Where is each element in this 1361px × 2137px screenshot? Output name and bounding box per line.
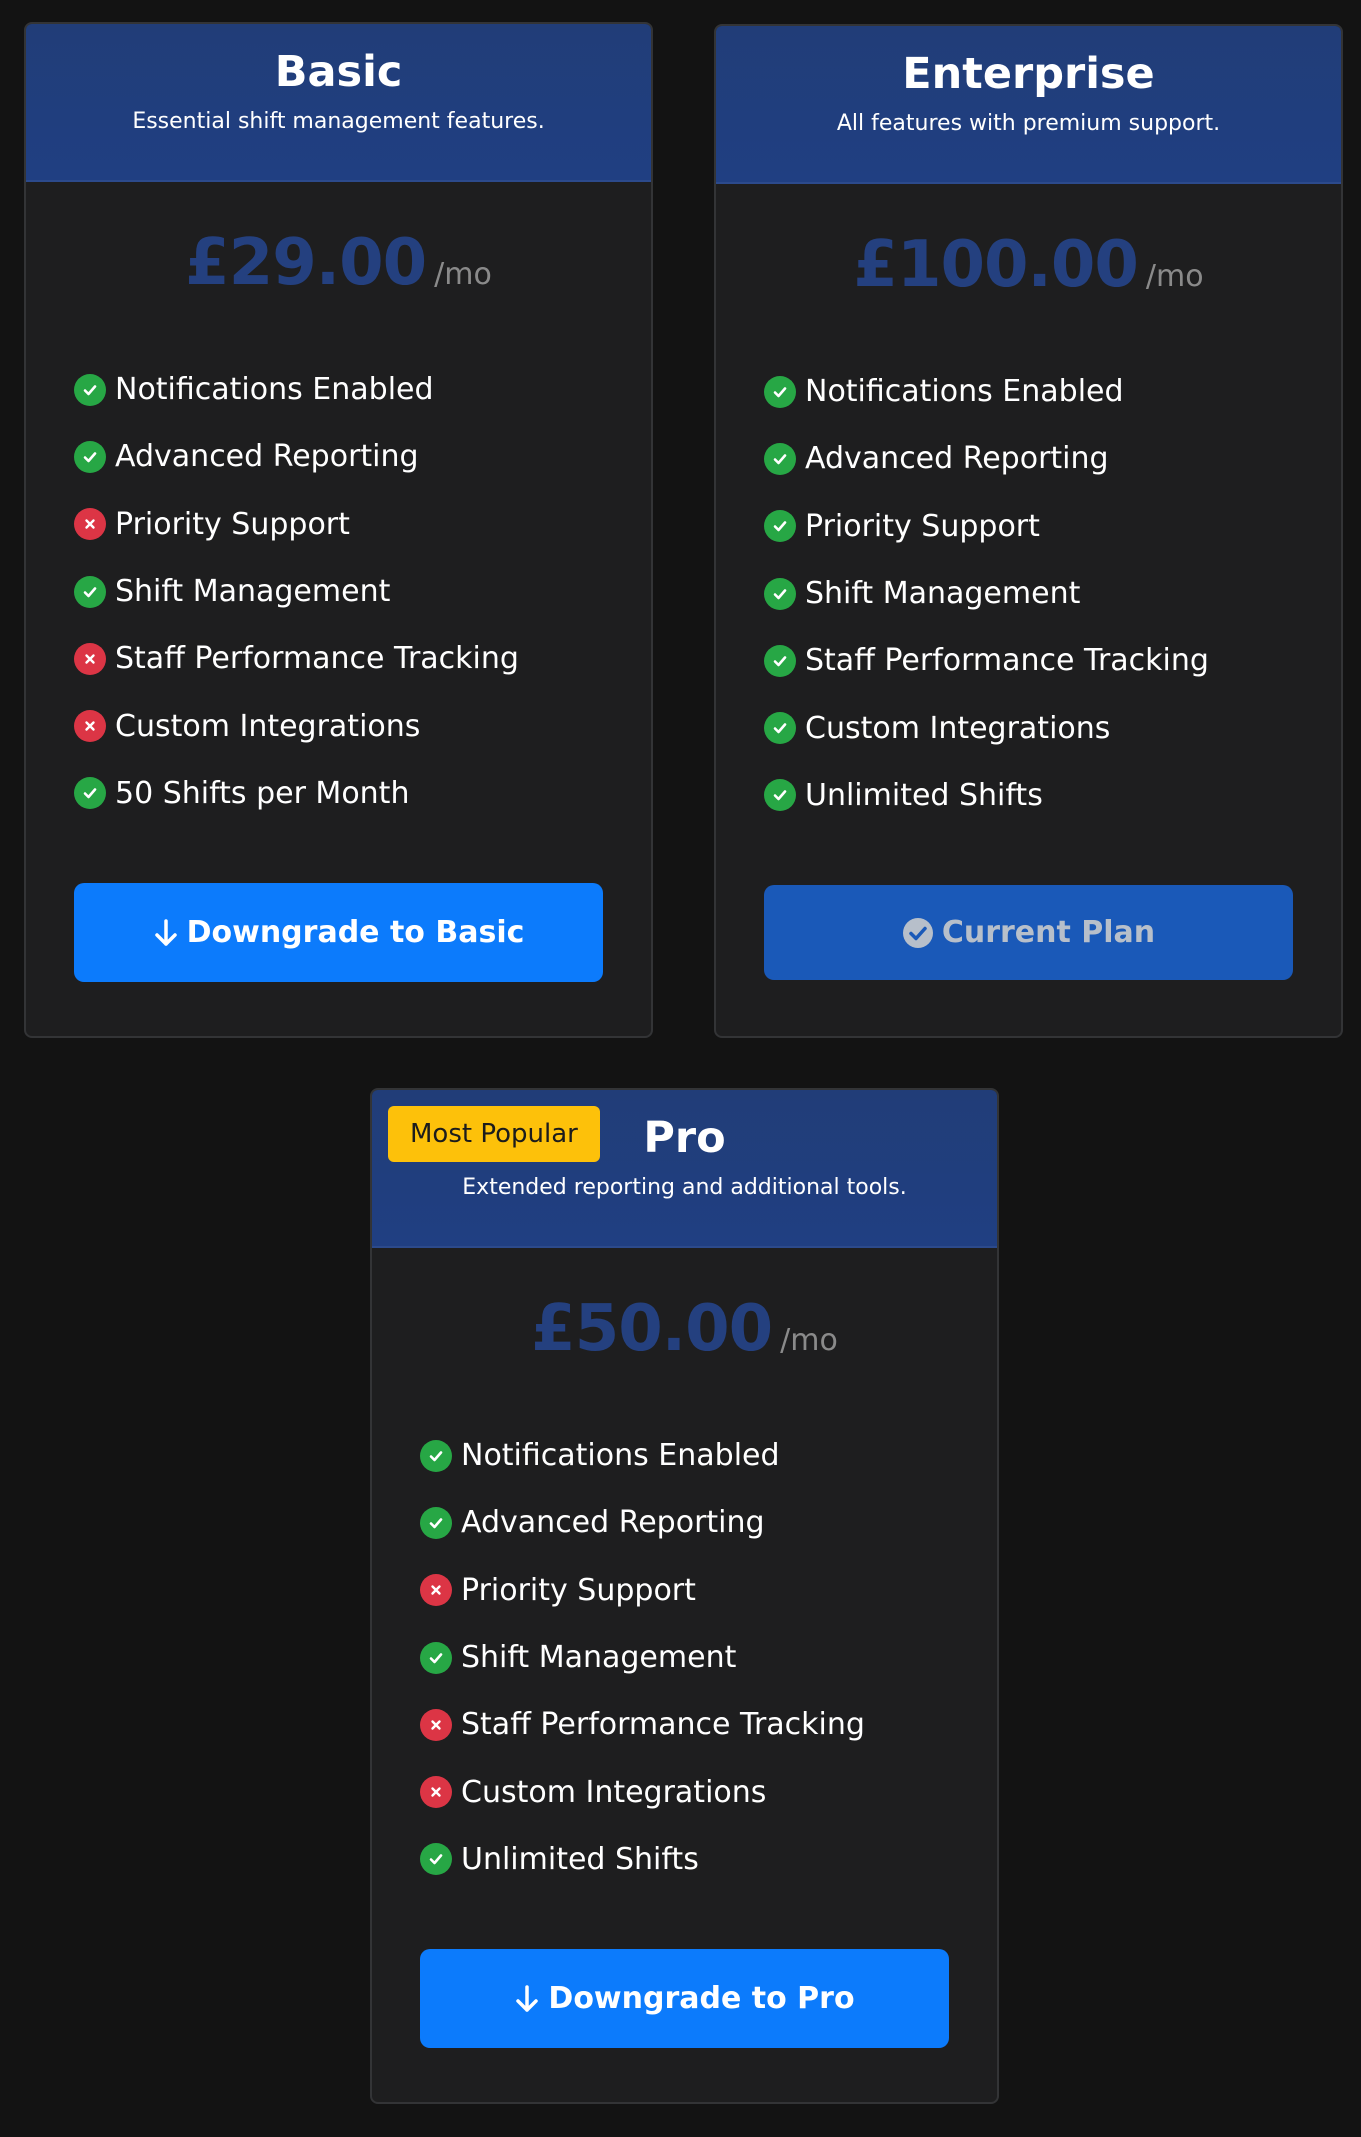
feature-item: Notifications Enabled — [764, 358, 1341, 425]
feature-list: Notifications Enabled Advanced Reporting… — [716, 358, 1341, 829]
check-circle-icon — [74, 373, 106, 406]
check-circle-icon — [764, 644, 796, 677]
plan-description: Essential shift management features. — [132, 109, 545, 134]
x-circle-icon — [74, 508, 106, 541]
check-circle-icon — [74, 440, 106, 473]
price-row: £50.00/mo — [372, 1292, 997, 1372]
feature-label: Advanced Reporting — [461, 1505, 765, 1541]
feature-label: Notifications Enabled — [115, 372, 434, 408]
plan-card-enterprise: Enterprise All features with premium sup… — [714, 24, 1343, 1038]
arrow-down-icon — [153, 918, 179, 948]
check-circle-icon — [74, 777, 106, 810]
feature-label: Advanced Reporting — [805, 441, 1109, 477]
plan-price: £100.00 — [853, 228, 1138, 302]
check-circle-icon — [764, 442, 796, 475]
plan-name: Enterprise — [902, 49, 1155, 99]
x-circle-icon — [420, 1776, 452, 1809]
plan-price: £29.00 — [185, 226, 427, 300]
plan-card-basic: Basic Essential shift management feature… — [24, 22, 653, 1038]
x-circle-icon — [420, 1574, 452, 1607]
x-circle-icon — [74, 710, 106, 743]
button-label: Downgrade to Basic — [186, 915, 525, 951]
price-period: /mo — [780, 1323, 838, 1358]
check-circle-icon — [74, 575, 106, 608]
feature-list: Notifications Enabled Advanced Reporting… — [372, 1422, 997, 1893]
x-circle-icon — [420, 1708, 452, 1741]
feature-label: Priority Support — [805, 508, 1040, 544]
feature-label: Shift Management — [461, 1640, 737, 1676]
feature-item: 50 Shifts per Month — [74, 760, 651, 827]
button-label: Downgrade to Pro — [548, 1981, 855, 2017]
feature-item: Staff Performance Tracking — [764, 627, 1341, 694]
feature-item: Staff Performance Tracking — [420, 1691, 997, 1758]
feature-label: Notifications Enabled — [805, 374, 1124, 410]
check-circle-icon — [420, 1843, 452, 1876]
feature-item: Advanced Reporting — [420, 1489, 997, 1556]
check-circle-icon — [764, 510, 796, 543]
feature-label: 50 Shifts per Month — [115, 775, 410, 811]
feature-label: Staff Performance Tracking — [805, 643, 1209, 679]
feature-label: Unlimited Shifts — [805, 777, 1043, 813]
feature-list: Notifications Enabled Advanced Reporting… — [26, 356, 651, 827]
feature-item: Custom Integrations — [764, 694, 1341, 761]
feature-item: Unlimited Shifts — [764, 762, 1341, 829]
feature-item: Priority Support — [74, 491, 651, 558]
plan-header: Most Popular Pro Extended reporting and … — [372, 1090, 997, 1248]
feature-label: Priority Support — [115, 506, 350, 542]
feature-item: Notifications Enabled — [420, 1422, 997, 1489]
feature-item: Staff Performance Tracking — [74, 625, 651, 692]
feature-label: Custom Integrations — [805, 710, 1111, 746]
price-period: /mo — [434, 257, 492, 292]
feature-label: Notifications Enabled — [461, 1438, 780, 1474]
downgrade-to-pro-button[interactable]: Downgrade to Pro — [420, 1949, 949, 2049]
feature-label: Advanced Reporting — [115, 439, 419, 475]
feature-item: Unlimited Shifts — [420, 1826, 997, 1893]
feature-label: Shift Management — [805, 576, 1081, 612]
check-circle-icon — [764, 577, 796, 610]
price-row: £29.00/mo — [26, 226, 651, 306]
feature-item: Advanced Reporting — [74, 423, 651, 490]
feature-item: Shift Management — [74, 558, 651, 625]
plan-header: Basic Essential shift management feature… — [26, 24, 651, 182]
price-period: /mo — [1145, 259, 1204, 294]
feature-label: Priority Support — [461, 1572, 696, 1608]
feature-label: Staff Performance Tracking — [115, 641, 519, 677]
feature-label: Unlimited Shifts — [461, 1841, 699, 1877]
arrow-down-icon — [514, 1984, 540, 2014]
price-row: £100.00/mo — [716, 228, 1341, 308]
feature-item: Custom Integrations — [74, 692, 651, 759]
feature-item: Shift Management — [764, 560, 1341, 627]
plan-header: Enterprise All features with premium sup… — [716, 26, 1341, 184]
current-plan-button[interactable]: Current Plan — [764, 885, 1293, 981]
button-label: Current Plan — [941, 915, 1156, 951]
feature-label: Custom Integrations — [115, 708, 421, 744]
feature-item: Custom Integrations — [420, 1758, 997, 1825]
plan-price: £50.00 — [531, 1292, 773, 1366]
check-circle-icon — [420, 1506, 452, 1539]
feature-item: Advanced Reporting — [764, 425, 1341, 492]
downgrade-to-basic-button[interactable]: Downgrade to Basic — [74, 883, 603, 983]
feature-label: Shift Management — [115, 574, 391, 610]
plan-card-pro: Most Popular Pro Extended reporting and … — [370, 1088, 999, 2104]
plan-description: Extended reporting and additional tools. — [462, 1175, 907, 1200]
check-circle-icon — [420, 1641, 452, 1674]
most-popular-badge: Most Popular — [388, 1106, 600, 1162]
check-circle-icon — [902, 917, 934, 949]
feature-item: Shift Management — [420, 1624, 997, 1691]
check-circle-icon — [764, 779, 796, 812]
check-circle-icon — [764, 712, 796, 745]
check-circle-icon — [764, 375, 796, 408]
check-circle-icon — [420, 1439, 452, 1472]
plan-name: Basic — [274, 47, 403, 97]
feature-label: Custom Integrations — [461, 1774, 767, 1810]
feature-item: Notifications Enabled — [74, 356, 651, 423]
feature-item: Priority Support — [764, 493, 1341, 560]
plan-description: All features with premium support. — [836, 111, 1221, 136]
feature-label: Staff Performance Tracking — [461, 1707, 865, 1743]
feature-item: Priority Support — [420, 1557, 997, 1624]
x-circle-icon — [74, 642, 106, 675]
